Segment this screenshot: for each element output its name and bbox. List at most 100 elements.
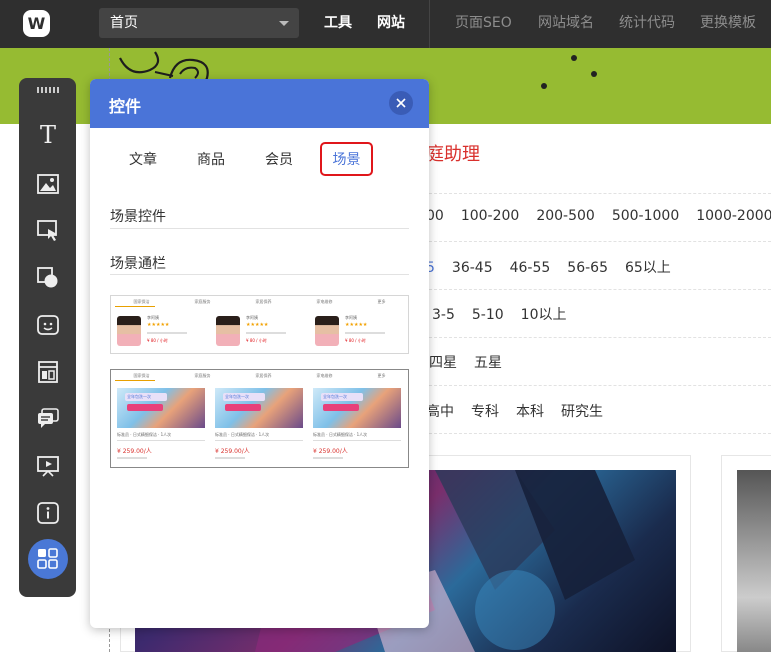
pointer-icon — [37, 220, 57, 241]
thumb-card: 李阿姨 ★★★★★ ¥ 80 / 小时 — [214, 312, 300, 350]
tab-article[interactable]: 文章 — [129, 149, 157, 169]
thumb-tab: 家电维修 — [316, 373, 333, 378]
filter-option[interactable]: 四星 — [429, 352, 457, 372]
thumb-tab-bar: 国家保洁 家庭服务 家居保养 家电维修 更多 — [111, 370, 408, 382]
filter-option[interactable]: 200-500 — [536, 208, 595, 224]
filter-option[interactable]: 56-65 — [567, 260, 608, 276]
thumb-card-desc: 标准员 · 日式精细保洁 · 1人次 — [117, 432, 172, 437]
decor-dot — [541, 83, 547, 89]
page-select-value: 首页 — [110, 15, 138, 31]
tab-goods[interactable]: 商品 — [197, 149, 225, 169]
thumb-tab: 家电维修 — [316, 299, 333, 304]
tab-scene[interactable]: 场景 — [320, 142, 373, 176]
nav-tools[interactable]: 工具 — [324, 0, 352, 48]
hotspot-tool-button[interactable] — [28, 211, 68, 251]
service-photo: 全年包洗一次 — [117, 388, 205, 428]
layout-tool-button[interactable] — [28, 352, 68, 392]
image-tool-button[interactable] — [28, 164, 68, 204]
filter-option[interactable]: 高中 — [426, 401, 454, 421]
nav-divider — [429, 0, 430, 48]
comment-tool-button[interactable] — [28, 399, 68, 439]
filter-option[interactable]: 100-200 — [461, 208, 520, 224]
text-placeholder — [313, 457, 343, 459]
widgets-tool-button[interactable] — [28, 539, 68, 579]
image-icon — [37, 174, 59, 194]
app-logo[interactable]: W — [23, 10, 50, 37]
avatar — [117, 316, 141, 346]
text-placeholder — [117, 457, 147, 459]
service-photo: 全年包洗一次 — [215, 388, 303, 428]
decor-dot — [591, 71, 597, 77]
thumb-card-desc: 标准员 · 日式精细保洁 · 1人次 — [313, 432, 368, 437]
section-divider — [110, 228, 409, 229]
face-icon — [37, 315, 59, 335]
filter-option[interactable]: 本科 — [516, 401, 544, 421]
filter-option[interactable]: 500-1000 — [612, 208, 679, 224]
nav-site[interactable]: 网站 — [377, 0, 405, 48]
panel-header: 控件 — [90, 79, 429, 128]
thumb-tab-bar: 国家保洁 家庭服务 家居保养 家电维修 更多 — [111, 296, 408, 308]
nav-stat-code[interactable]: 统计代码 — [619, 0, 675, 48]
filter-option[interactable]: 研究生 — [561, 401, 603, 421]
section-heading: 庭助理 — [426, 144, 480, 165]
filter-option[interactable]: 3-5 — [432, 307, 455, 323]
shape-tool-button[interactable] — [28, 258, 68, 298]
layout-icon — [38, 361, 58, 383]
filter-option[interactable]: 专科 — [471, 401, 499, 421]
thumb-card-name: 李阿姨 — [345, 315, 357, 320]
filter-option[interactable]: 五星 — [474, 352, 502, 372]
thumb-card-name: 李阿姨 — [246, 315, 258, 320]
thumb-tab: 更多 — [377, 373, 386, 378]
nav-site-domain[interactable]: 网站域名 — [538, 0, 594, 48]
filter-row-education: 高中 专科 本科 研究生 — [426, 401, 620, 431]
shape-icon — [37, 267, 58, 288]
star-rating: ★★★★★ — [345, 322, 368, 328]
thumb-tab: 家庭服务 — [194, 299, 211, 304]
section-title-scene-banner: 场景通栏 — [110, 256, 166, 272]
filter-row-price: 00 100-200 200-500 500-1000 1000-2000 — [426, 208, 771, 238]
star-rating: ★★★★★ — [147, 322, 170, 328]
page-select[interactable]: 首页 — [99, 8, 299, 38]
banner-ribbon — [323, 404, 359, 411]
tab-member[interactable]: 会员 — [265, 149, 293, 169]
text-placeholder — [345, 332, 385, 334]
thumb-tab: 国家保洁 — [133, 373, 150, 378]
thumb-tab: 更多 — [377, 299, 386, 304]
text-placeholder — [246, 332, 286, 334]
text-tool-button[interactable]: T — [28, 115, 68, 155]
filter-option[interactable]: 10以上 — [521, 304, 567, 324]
drag-handle-icon[interactable] — [37, 87, 59, 93]
slideshow-tool-button[interactable] — [28, 446, 68, 486]
filter-option[interactable]: 46-55 — [510, 260, 551, 276]
thumb-tab: 家庭服务 — [194, 373, 211, 378]
filter-row-experience: 3-5 5-10 10以上 — [432, 304, 583, 334]
nav-page-seo[interactable]: 页面SEO — [455, 0, 512, 48]
scene-banner-thumbnail[interactable]: 国家保洁 家庭服务 家居保养 家电维修 更多 全年包洗一次 标准员 · 日式精细… — [110, 369, 409, 468]
thumb-card: 全年包洗一次 标准员 · 日式精细保洁 · 1人次 ¥ 259.00/人 — [215, 388, 303, 466]
section-divider — [110, 274, 409, 275]
avatar — [216, 316, 240, 346]
info-tool-button[interactable] — [28, 493, 68, 533]
filter-option[interactable]: 36-45 — [452, 260, 493, 276]
service-photo: 全年包洗一次 — [313, 388, 401, 428]
thumb-card: 李阿姨 ★★★★★ ¥ 80 / 小时 — [313, 312, 399, 350]
thumb-card: 全年包洗一次 标准员 · 日式精细保洁 · 1人次 ¥ 259.00/人 — [313, 388, 401, 466]
filter-row-age: 5 36-45 46-55 56-65 65以上 — [426, 257, 688, 287]
filter-row-stars: 四星 五星 — [429, 352, 519, 382]
grid-icon — [37, 548, 58, 569]
emoji-tool-button[interactable] — [28, 305, 68, 345]
thumb-tab: 家居保养 — [255, 299, 272, 304]
filter-option[interactable]: 65以上 — [625, 257, 671, 277]
scene-template-thumbnail[interactable]: 国家保洁 家庭服务 家居保养 家电维修 更多 李阿姨 ★★★★★ ¥ 80 / … — [110, 295, 409, 354]
divider — [215, 440, 303, 441]
thumb-tab-underline — [115, 306, 155, 307]
widget-toolbar: T — [19, 78, 76, 597]
widget-panel: 控件 文章 商品 会员 场景 场景控件 场景通栏 国家保洁 家庭服务 家居保养 … — [90, 79, 429, 628]
close-button[interactable] — [389, 91, 413, 115]
filter-option[interactable]: 5-10 — [472, 307, 504, 323]
decor-dot — [571, 55, 577, 61]
thumb-card-price: ¥ 259.00/人 — [117, 448, 152, 455]
filter-option[interactable]: 1000-2000 — [696, 208, 771, 224]
info-icon — [37, 502, 59, 524]
nav-change-template[interactable]: 更换模板 — [700, 0, 756, 48]
